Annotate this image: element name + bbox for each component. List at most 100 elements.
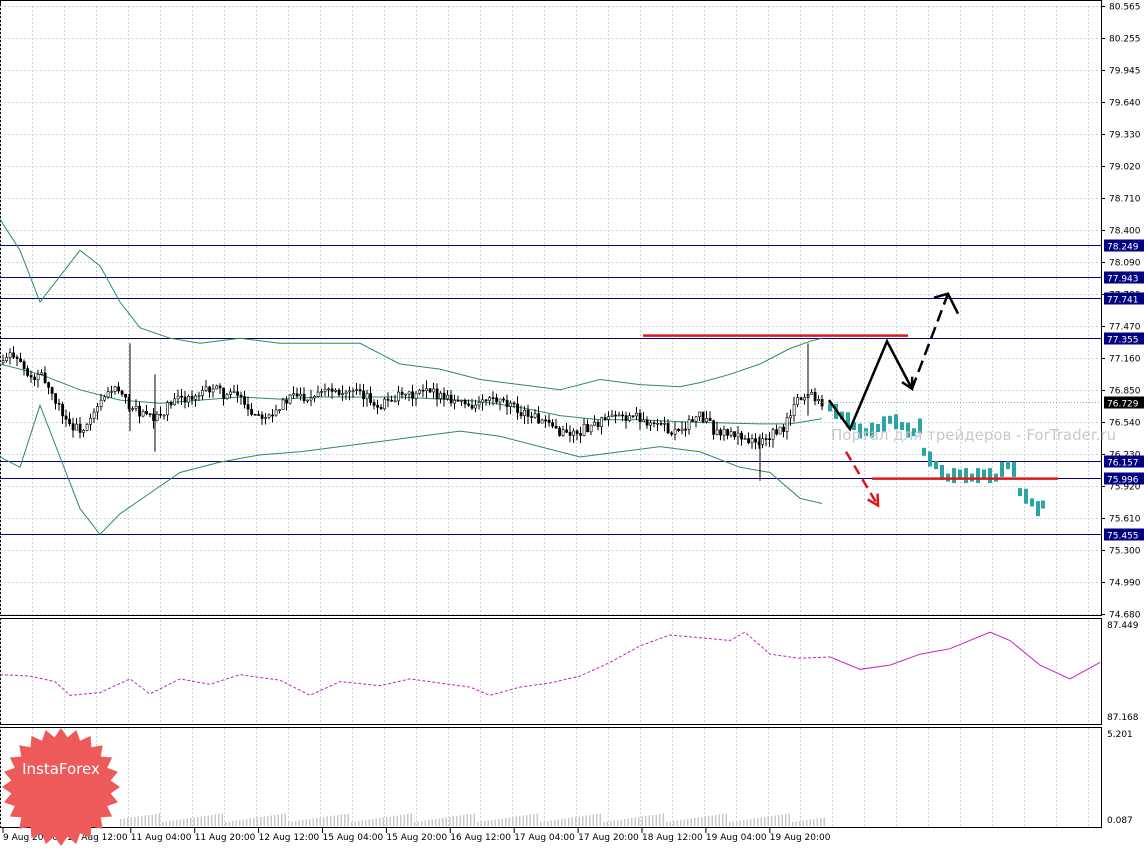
volume-bar [477,822,479,826]
volume-bar [606,821,608,826]
volume-bar [690,818,692,826]
time-axis-label: 19 Aug 20:00 [770,833,831,843]
candle-body [810,391,814,395]
candle-body [425,388,429,392]
candle-body [547,419,551,423]
candle-body [152,413,156,421]
volume-bar [295,821,297,826]
candle-body [589,424,593,433]
candle-body [796,397,800,405]
candle-body [575,430,579,434]
candle-body [526,409,530,417]
volume-bar [218,814,220,826]
price-axis-label: 78.090 [1109,259,1141,269]
projection-bar [958,469,962,478]
volume-bar [249,818,251,826]
candle-body [698,411,702,418]
candle-body [362,390,366,400]
volume-bar [281,814,283,826]
candle-body [638,412,642,423]
candle-body [792,404,796,417]
volume-bar [179,819,181,826]
candle-body [544,419,548,422]
volume-bar [648,815,650,826]
time-axis-label: 18 Aug 12:00 [642,833,703,843]
volume-bar [631,818,633,826]
candle-body [477,402,481,406]
volume-bar [253,818,255,826]
volume-bar [470,814,472,826]
candle-body [666,422,670,434]
price-axis-label: 75.300 [1109,547,1141,557]
volume-bar [494,819,496,826]
projection-bar [952,468,956,484]
volume-axis-label: 5.201 [1107,730,1133,740]
volume-bar [585,815,587,826]
volume-bar [316,818,318,826]
volume-bar [270,815,272,826]
volume-bar [305,819,307,826]
candle-body [299,393,303,397]
volume-bar [207,815,209,826]
candle-body [754,438,758,443]
level-label: 75.996 [1107,476,1139,486]
candle-body [624,415,628,421]
watermark: Портал для трейдеров - ForTrader.ru [831,426,1117,444]
volume-bar [344,814,346,826]
candle-body [320,391,324,393]
candle-body [505,399,509,408]
candle-body [614,414,618,417]
candle-body [694,416,698,422]
candle-body [491,397,495,400]
volume-bar [659,814,661,826]
candle-body [449,394,453,404]
candle-body [134,405,138,409]
volume-bar [144,815,146,826]
volume-bar [739,820,741,826]
volume-bar [799,821,801,826]
candle-body [726,429,730,436]
volume-bar [750,819,752,826]
candle-body [554,425,558,429]
level-label: 78.249 [1107,243,1139,253]
volume-bar [610,821,612,826]
candle-body [309,397,313,401]
candle-body [670,432,674,435]
candle-body [680,428,684,431]
volume-bar [813,819,815,826]
candle-body [593,421,597,426]
volume-bar [638,817,640,826]
volume-bar [228,821,230,826]
candle-body [498,398,502,403]
volume-bar [396,815,398,826]
volume-bar [312,818,314,826]
candle-body [222,387,226,400]
candle-body [607,416,611,420]
volume-bar [673,821,675,826]
volume-bar [641,816,643,826]
volume-bar [655,814,657,826]
chart-svg: 80.565 80.255 79.945 79.640 79.330 79.020 78.7… [0,0,1144,843]
candle-body [376,405,380,408]
candle-body [523,409,527,417]
candle-body [271,414,275,417]
candle-body [124,393,128,398]
time-axis-label: 17 Aug 04:00 [514,833,575,843]
candle-body [190,395,194,400]
candle-body [316,391,320,397]
candle-body [348,390,352,393]
candle-body [813,391,817,402]
volume-bar [760,817,762,826]
projection-bar [1012,461,1016,477]
volume-bar [645,816,647,826]
candle-body [36,374,40,380]
volume-bar [347,813,349,826]
volume-bar [687,819,689,826]
candle-body [323,388,327,392]
candle-body [733,431,737,438]
candle-body [400,391,404,395]
volume-bar [239,820,241,826]
volume-bar [568,818,570,826]
volume-bar [323,817,325,826]
volume-bar [634,817,636,826]
